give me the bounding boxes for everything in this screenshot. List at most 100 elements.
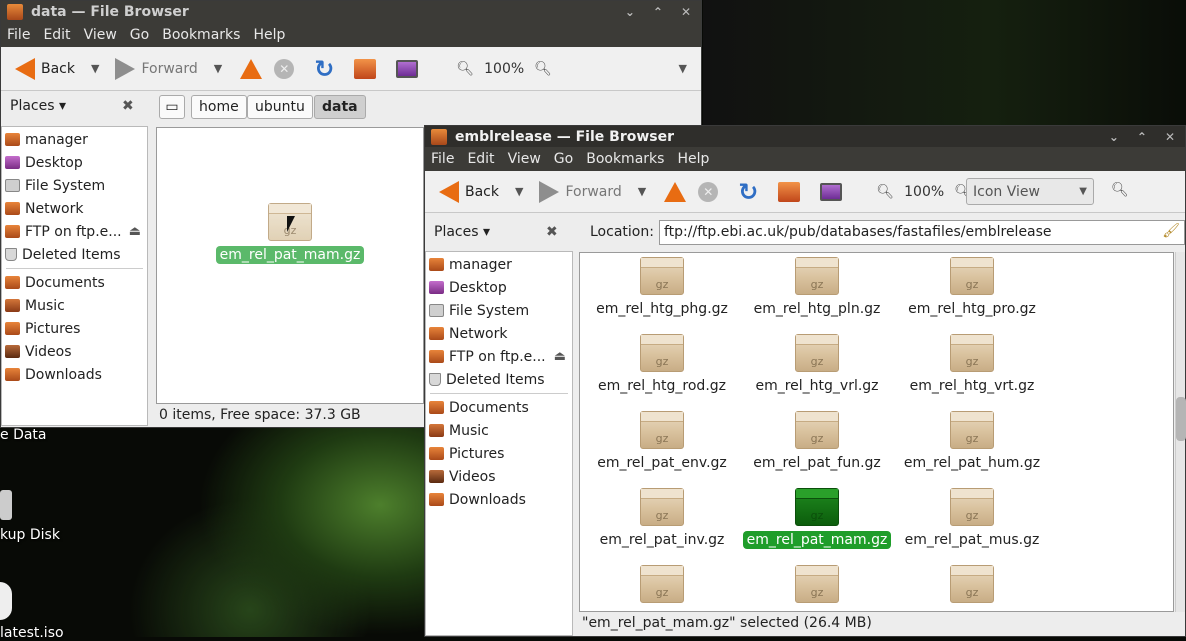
file-item[interactable]: em_rel_htg_pro.gz	[894, 257, 1050, 318]
eject-icon[interactable]: ⏏	[129, 224, 141, 239]
sidebar-item-network[interactable]: Network	[426, 322, 572, 345]
close-sidebar-icon[interactable]: ✖	[546, 224, 558, 240]
menu-file[interactable]: File	[7, 27, 30, 43]
breadcrumb-data[interactable]: data	[314, 95, 366, 119]
up-arrow-icon[interactable]	[240, 58, 263, 79]
maximize-icon[interactable]: ⌃	[653, 5, 663, 19]
sidebar-item-ftp[interactable]: FTP on ftp.e... ⏏	[426, 345, 572, 368]
desktop-label-data[interactable]: e Data	[0, 427, 47, 443]
sidebar-item-downloads[interactable]: Downloads	[426, 488, 572, 511]
forward-history-dropdown[interactable]: ▼	[638, 185, 646, 198]
location-input[interactable]: ftp://ftp.ebi.ac.uk/pub/databases/fastaf…	[659, 220, 1185, 245]
file-item-partial[interactable]	[894, 565, 1050, 603]
home-folder-icon[interactable]	[778, 181, 801, 202]
sidebar-item-filesystem[interactable]: File System	[2, 174, 147, 197]
sidebar-item-trash[interactable]: Deleted Items	[426, 368, 572, 391]
stop-icon[interactable]: ✕	[698, 181, 719, 202]
file-item[interactable]: em_rel_pat_mam.gz	[212, 203, 368, 264]
sidebar-item-documents[interactable]: Documents	[2, 271, 147, 294]
desktop-label-iso[interactable]: latest.iso	[0, 625, 64, 641]
sidebar-item-ftp[interactable]: FTP on ftp.e... ⏏	[2, 220, 147, 243]
menu-edit[interactable]: Edit	[467, 151, 494, 167]
back-button[interactable]: Back	[433, 178, 505, 206]
back-history-dropdown[interactable]: ▼	[91, 62, 99, 75]
stop-icon[interactable]: ✕	[274, 58, 295, 79]
menu-go[interactable]: Go	[130, 27, 149, 43]
breadcrumb-root-drive-icon[interactable]: ▭	[159, 95, 185, 119]
clear-icon[interactable]: 🖌	[1162, 223, 1180, 239]
home-folder-icon[interactable]	[354, 58, 377, 79]
menu-view[interactable]: View	[84, 27, 117, 43]
menu-go[interactable]: Go	[554, 151, 573, 167]
zoom-in-icon[interactable]: 🔍︎	[534, 61, 552, 77]
reload-icon[interactable]: ↻	[314, 57, 334, 81]
zoom-out-icon[interactable]: 🔍︎	[456, 61, 474, 77]
disc-icon[interactable]	[0, 582, 12, 620]
up-arrow-icon[interactable]	[664, 181, 687, 202]
menu-help[interactable]: Help	[677, 151, 709, 167]
minimize-icon[interactable]: ⌄	[625, 5, 635, 19]
menu-file[interactable]: File	[431, 151, 454, 167]
search-icon[interactable]: 🔍︎	[1111, 182, 1129, 198]
sidebar-item-documents[interactable]: Documents	[426, 396, 572, 419]
menu-edit[interactable]: Edit	[43, 27, 70, 43]
places-dropdown[interactable]: Places ▾	[10, 98, 66, 114]
close-icon[interactable]: ✕	[1165, 130, 1175, 144]
menu-bookmarks[interactable]: Bookmarks	[586, 151, 664, 167]
file-item[interactable]: em_rel_pat_mam.gz	[739, 488, 895, 549]
file-item[interactable]: em_rel_pat_mus.gz	[894, 488, 1050, 549]
sidebar-item-network[interactable]: Network	[2, 197, 147, 220]
sidebar-item-manager[interactable]: manager	[426, 253, 572, 276]
file-item[interactable]: em_rel_pat_hum.gz	[894, 411, 1050, 472]
file-item-partial[interactable]	[739, 565, 895, 603]
sidebar-item-desktop[interactable]: Desktop	[426, 276, 572, 299]
title-bar[interactable]: data — File Browser ⌄ ⌃ ✕	[1, 1, 701, 23]
sidebar-item-videos[interactable]: Videos	[426, 465, 572, 488]
sidebar-item-desktop[interactable]: Desktop	[2, 151, 147, 174]
minimize-icon[interactable]: ⌄	[1109, 130, 1119, 144]
forward-history-dropdown[interactable]: ▼	[214, 62, 222, 75]
file-view[interactable]: em_rel_htg_phg.gz em_rel_htg_pln.gz em_rel…	[579, 252, 1174, 612]
back-history-dropdown[interactable]: ▼	[515, 185, 523, 198]
vertical-scrollbar[interactable]	[1175, 252, 1186, 612]
sidebar-item-videos[interactable]: Videos	[2, 340, 147, 363]
file-item[interactable]: em_rel_htg_vrl.gz	[739, 334, 895, 395]
backup-disk-icon[interactable]	[0, 490, 12, 520]
sidebar-item-trash[interactable]: Deleted Items	[2, 243, 147, 266]
view-mode-select[interactable]: Icon View ▼	[966, 178, 1094, 205]
back-button[interactable]: Back	[9, 55, 81, 83]
sidebar-item-pictures[interactable]: Pictures	[426, 442, 572, 465]
close-sidebar-icon[interactable]: ✖	[122, 98, 134, 114]
file-item[interactable]: em_rel_htg_phg.gz	[584, 257, 740, 318]
menu-help[interactable]: Help	[253, 27, 285, 43]
forward-button[interactable]: Forward	[533, 178, 627, 206]
sidebar-item-downloads[interactable]: Downloads	[2, 363, 147, 386]
places-dropdown[interactable]: Places ▾	[434, 224, 490, 240]
scrollbar-thumb[interactable]	[1176, 397, 1186, 441]
computer-icon[interactable]	[396, 59, 419, 78]
file-item[interactable]: em_rel_pat_env.gz	[584, 411, 740, 472]
file-item[interactable]: em_rel_pat_fun.gz	[739, 411, 895, 472]
zoom-out-icon[interactable]: 🔍︎	[876, 184, 894, 200]
file-item[interactable]: em_rel_pat_inv.gz	[584, 488, 740, 549]
title-bar[interactable]: emblrelease — File Browser ⌄ ⌃ ✕	[425, 126, 1185, 147]
breadcrumb-ubuntu[interactable]: ubuntu	[247, 95, 313, 119]
eject-icon[interactable]: ⏏	[554, 349, 566, 364]
menu-view[interactable]: View	[508, 151, 541, 167]
maximize-icon[interactable]: ⌃	[1137, 130, 1147, 144]
computer-icon[interactable]	[820, 182, 843, 201]
reload-icon[interactable]: ↻	[738, 180, 758, 204]
sidebar-item-music[interactable]: Music	[426, 419, 572, 442]
file-item-partial[interactable]	[584, 565, 740, 603]
close-icon[interactable]: ✕	[681, 5, 691, 19]
menu-bookmarks[interactable]: Bookmarks	[162, 27, 240, 43]
sidebar-item-music[interactable]: Music	[2, 294, 147, 317]
file-item[interactable]: em_rel_htg_vrt.gz	[894, 334, 1050, 395]
toolbar-overflow-dropdown[interactable]: ▼	[679, 62, 687, 75]
file-item[interactable]: em_rel_htg_rod.gz	[584, 334, 740, 395]
sidebar-item-pictures[interactable]: Pictures	[2, 317, 147, 340]
sidebar-item-manager[interactable]: manager	[2, 128, 147, 151]
file-view[interactable]: em_rel_pat_mam.gz	[156, 127, 424, 404]
sidebar-item-filesystem[interactable]: File System	[426, 299, 572, 322]
desktop-label-backup[interactable]: kup Disk	[0, 527, 60, 543]
